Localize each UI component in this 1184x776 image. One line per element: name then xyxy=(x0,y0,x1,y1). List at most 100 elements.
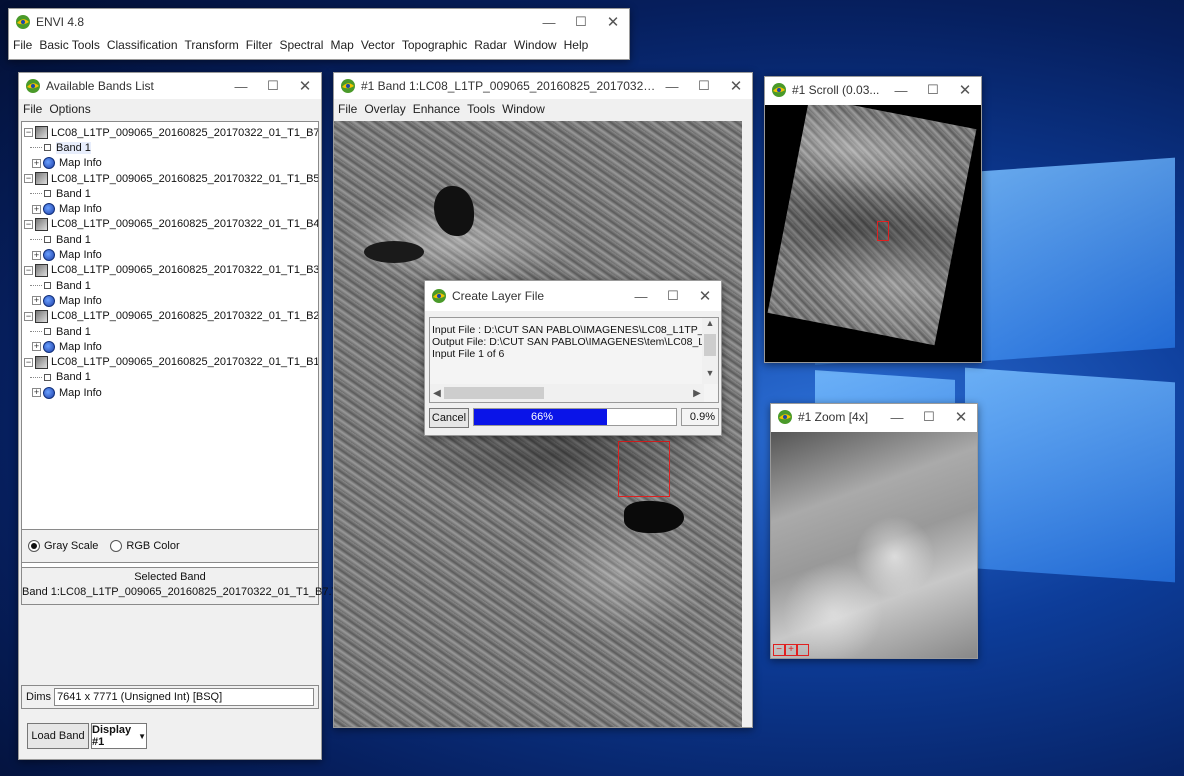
globe-icon xyxy=(43,294,55,307)
zoom-image[interactable]: − + xyxy=(771,432,977,658)
expand-icon[interactable]: + xyxy=(32,388,41,398)
expand-icon[interactable]: + xyxy=(32,296,41,306)
minimize-icon[interactable]: — xyxy=(533,9,565,35)
image-menu-tools[interactable]: Tools xyxy=(467,102,495,116)
progress-fill xyxy=(474,409,608,425)
tree-file-item[interactable]: − LC08_L1TP_009065_20160825_20170322_01_T… xyxy=(24,125,319,140)
tree-band-item[interactable]: Band 1 xyxy=(24,186,316,201)
expand-icon[interactable]: + xyxy=(32,342,41,352)
tree-band-item[interactable]: Band 1 xyxy=(24,370,316,385)
menu-radar[interactable]: Radar xyxy=(474,38,507,52)
menu-help[interactable]: Help xyxy=(564,38,589,52)
cancel-label: Cancel xyxy=(431,412,467,424)
display-select[interactable]: Display #1 ▼ xyxy=(91,723,147,749)
minimize-icon[interactable]: — xyxy=(885,77,917,103)
scroll-right-icon[interactable]: ▶ xyxy=(690,388,704,399)
tree-file-item[interactable]: − LC08_L1TP_009065_20160825_20170322_01_T… xyxy=(24,263,318,278)
cancel-button[interactable]: Cancel xyxy=(429,408,469,428)
maximize-icon[interactable]: ☐ xyxy=(565,9,597,35)
tree-mapinfo-item[interactable]: + Map Info xyxy=(24,247,316,262)
menu-filter[interactable]: Filter xyxy=(246,38,273,52)
image-menu-enhance[interactable]: Enhance xyxy=(413,102,460,116)
close-icon[interactable]: ✕ xyxy=(689,283,721,309)
zoom-controls: − + xyxy=(773,644,809,656)
maximize-icon[interactable]: ☐ xyxy=(257,73,289,99)
hscroll-thumb[interactable] xyxy=(444,387,544,399)
collapse-icon[interactable]: − xyxy=(24,219,33,229)
file-icon xyxy=(35,217,48,231)
bands-menu-file[interactable]: File xyxy=(23,102,42,116)
collapse-icon[interactable]: − xyxy=(24,357,33,367)
menu-map[interactable]: Map xyxy=(330,38,353,52)
band-leaf-icon xyxy=(44,373,51,381)
maximize-icon[interactable]: ☐ xyxy=(913,404,945,430)
band-label: Band 1 xyxy=(56,233,91,246)
minimize-icon[interactable]: — xyxy=(225,73,257,99)
zoom-out-icon[interactable]: − xyxy=(773,644,785,656)
menu-vector[interactable]: Vector xyxy=(361,38,395,52)
vertical-scrollbar[interactable]: ▲ ▼ xyxy=(702,318,718,384)
horizontal-scrollbar[interactable]: ◀ ▶ xyxy=(430,384,704,402)
expand-icon[interactable]: + xyxy=(32,204,41,214)
minimize-icon[interactable]: — xyxy=(881,404,913,430)
main-window-title: ENVI 4.8 xyxy=(36,15,85,29)
maximize-icon[interactable]: ☐ xyxy=(657,283,689,309)
collapse-icon[interactable]: − xyxy=(24,128,33,138)
gray-scale-radio[interactable]: Gray Scale xyxy=(28,540,98,552)
maximize-icon[interactable]: ☐ xyxy=(688,73,720,99)
rgb-color-radio[interactable]: RGB Color xyxy=(110,540,180,552)
menu-classification[interactable]: Classification xyxy=(107,38,178,52)
file-label: LC08_L1TP_009065_20160825_20170322_01_T1… xyxy=(51,126,319,139)
scroll-up-icon[interactable]: ▲ xyxy=(702,318,718,332)
image-menu-window[interactable]: Window xyxy=(502,102,545,116)
tree-band-item[interactable]: Band 1 xyxy=(24,324,316,339)
minimize-icon[interactable]: — xyxy=(625,283,657,309)
minimize-icon[interactable]: — xyxy=(656,73,688,99)
display-label: Display #1 xyxy=(92,724,132,748)
tree-band-item[interactable]: Band 1 xyxy=(24,278,316,293)
menu-file[interactable]: File xyxy=(13,38,32,52)
tree-mapinfo-item[interactable]: + Map Info xyxy=(24,201,316,216)
globe-icon xyxy=(43,203,55,216)
bands-menu-options[interactable]: Options xyxy=(49,102,90,116)
tree-file-item[interactable]: − LC08_L1TP_009065_20160825_20170322_01_T… xyxy=(24,171,318,186)
close-icon[interactable]: ✕ xyxy=(720,73,752,99)
close-icon[interactable]: ✕ xyxy=(945,404,977,430)
menu-transform[interactable]: Transform xyxy=(185,38,239,52)
scroll-image[interactable] xyxy=(765,105,981,362)
menu-window[interactable]: Window xyxy=(514,38,557,52)
scroll-thumb[interactable] xyxy=(704,334,716,356)
zoom-region-box[interactable] xyxy=(618,441,670,497)
tree-file-item[interactable]: − LC08_L1TP_009065_20160825_20170322_01_T… xyxy=(24,354,318,369)
tree-file-item[interactable]: − LC08_L1TP_009065_20160825_20170322_01_T… xyxy=(24,217,318,232)
load-band-button[interactable]: Load Band xyxy=(27,723,89,749)
close-icon[interactable]: ✕ xyxy=(949,77,981,103)
zoom-in-icon[interactable]: + xyxy=(785,644,797,656)
collapse-icon[interactable]: − xyxy=(24,311,33,321)
tree-mapinfo-item[interactable]: + Map Info xyxy=(24,385,316,400)
scroll-left-icon[interactable]: ◀ xyxy=(430,388,444,399)
maximize-icon[interactable]: ☐ xyxy=(917,77,949,103)
image-menu-file[interactable]: File xyxy=(338,102,357,116)
tree-band-item[interactable]: Band 1 xyxy=(24,232,316,247)
menu-basic-tools[interactable]: Basic Tools xyxy=(39,38,99,52)
collapse-icon[interactable]: − xyxy=(24,265,33,275)
close-icon[interactable]: ✕ xyxy=(597,9,629,35)
tree-mapinfo-item[interactable]: + Map Info xyxy=(24,156,316,171)
collapse-icon[interactable]: − xyxy=(24,174,33,184)
tree-mapinfo-item[interactable]: + Map Info xyxy=(24,339,316,354)
tree-band-item[interactable]: Band 1 xyxy=(24,140,316,155)
zoom-reset-icon[interactable] xyxy=(797,644,809,656)
tree-mapinfo-item[interactable]: + Map Info xyxy=(24,293,316,308)
bands-tree: − LC08_L1TP_009065_20160825_20170322_01_T… xyxy=(21,121,319,595)
menu-spectral[interactable]: Spectral xyxy=(279,38,323,52)
close-icon[interactable]: ✕ xyxy=(289,73,321,99)
scroll-down-icon[interactable]: ▼ xyxy=(702,368,718,382)
dims-field: 7641 x 7771 (Unsigned Int) [BSQ] xyxy=(54,688,314,706)
menu-topographic[interactable]: Topographic xyxy=(402,38,467,52)
expand-icon[interactable]: + xyxy=(32,158,41,168)
tree-file-item[interactable]: − LC08_L1TP_009065_20160825_20170322_01_T… xyxy=(24,309,318,324)
image-menu-overlay[interactable]: Overlay xyxy=(364,102,405,116)
expand-icon[interactable]: + xyxy=(32,250,41,260)
scroll-view-box[interactable] xyxy=(877,221,889,241)
